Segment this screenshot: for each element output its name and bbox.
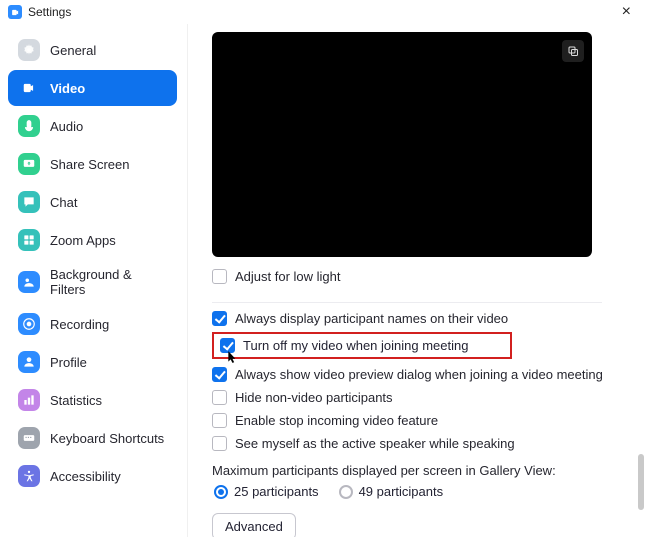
adjust-low-light-checkbox[interactable]	[212, 269, 227, 284]
checkbox-label: Always show video preview dialog when jo…	[235, 367, 603, 382]
checkbox[interactable]	[212, 367, 227, 382]
checkbox[interactable]	[212, 436, 227, 451]
keyboard-icon	[18, 427, 40, 449]
gear-icon	[18, 39, 40, 61]
highlight-turn-off-video: Turn off my video when joining meeting	[212, 332, 512, 359]
checkbox[interactable]	[212, 413, 227, 428]
sidebar-item-background-filters[interactable]: Background & Filters	[8, 260, 177, 304]
checkbox[interactable]	[212, 390, 227, 405]
sidebar-item-label: Recording	[50, 317, 109, 332]
app-icon	[8, 5, 22, 19]
scrollbar-thumb[interactable]	[638, 454, 644, 510]
titlebar: Settings ×	[0, 0, 647, 24]
pip-button[interactable]	[562, 40, 584, 62]
window-title: Settings	[28, 5, 71, 19]
video-preview	[212, 32, 592, 257]
radio-button[interactable]	[214, 485, 228, 499]
checkbox-label: See myself as the active speaker while s…	[235, 436, 515, 451]
sidebar-item-label: Statistics	[50, 393, 102, 408]
checkbox-label: Always display participant names on thei…	[235, 311, 508, 326]
recording-icon	[18, 313, 40, 335]
checkbox[interactable]	[212, 311, 227, 326]
video-icon	[18, 77, 40, 99]
sidebar-item-label: Keyboard Shortcuts	[50, 431, 164, 446]
apps-icon	[18, 229, 40, 251]
sidebar-item-recording[interactable]: Recording	[8, 306, 177, 342]
adjust-low-light-row: Adjust for low light	[212, 269, 623, 284]
checkbox-label: Enable stop incoming video feature	[235, 413, 438, 428]
sidebar-item-accessibility[interactable]: Accessibility	[8, 458, 177, 494]
gallery-option: 49 participants	[339, 484, 444, 499]
background-icon	[18, 271, 40, 293]
gallery-view-label: Maximum participants displayed per scree…	[212, 463, 623, 478]
sidebar-item-label: Share Screen	[50, 157, 130, 172]
sidebar-item-label: Profile	[50, 355, 87, 370]
share-icon	[18, 153, 40, 175]
accessibility-icon	[18, 465, 40, 487]
sidebar-item-audio[interactable]: Audio	[8, 108, 177, 144]
sidebar-item-profile[interactable]: Profile	[8, 344, 177, 380]
setting-row: Always show video preview dialog when jo…	[212, 367, 623, 382]
checkbox[interactable]	[220, 338, 235, 353]
gallery-radio-group: 25 participants 49 participants	[212, 484, 623, 499]
radio-label: 49 participants	[359, 484, 444, 499]
sidebar: General Video Audio Share Screen Chat Zoom Ap…	[0, 24, 188, 537]
checkbox-label: Hide non-video participants	[235, 390, 393, 405]
sidebar-item-chat[interactable]: Chat	[8, 184, 177, 220]
setting-row: Always display participant names on thei…	[212, 311, 623, 326]
checkbox-label: Turn off my video when joining meeting	[243, 338, 468, 353]
advanced-button[interactable]: Advanced	[212, 513, 296, 537]
gallery-option: 25 participants	[214, 484, 319, 499]
sidebar-item-general[interactable]: General	[8, 32, 177, 68]
sidebar-item-label: Zoom Apps	[50, 233, 116, 248]
adjust-low-light-label: Adjust for low light	[235, 269, 341, 284]
setting-row: See myself as the active speaker while s…	[212, 436, 623, 451]
setting-row: Enable stop incoming video feature	[212, 413, 623, 428]
profile-icon	[18, 351, 40, 373]
chat-icon	[18, 191, 40, 213]
sidebar-item-statistics[interactable]: Statistics	[8, 382, 177, 418]
sidebar-item-label: Video	[50, 81, 85, 96]
audio-icon	[18, 115, 40, 137]
sidebar-item-share-screen[interactable]: Share Screen	[8, 146, 177, 182]
sidebar-item-label: Accessibility	[50, 469, 121, 484]
sidebar-item-label: General	[50, 43, 96, 58]
sidebar-item-keyboard-shortcuts[interactable]: Keyboard Shortcuts	[8, 420, 177, 456]
setting-row: Hide non-video participants	[212, 390, 623, 405]
sidebar-item-label: Audio	[50, 119, 83, 134]
divider	[212, 302, 602, 303]
content-pane: Adjust for low light Always display part…	[188, 24, 647, 537]
sidebar-item-zoom-apps[interactable]: Zoom Apps	[8, 222, 177, 258]
sidebar-item-label: Background & Filters	[50, 267, 167, 297]
radio-label: 25 participants	[234, 484, 319, 499]
radio-button[interactable]	[339, 485, 353, 499]
statistics-icon	[18, 389, 40, 411]
sidebar-item-video[interactable]: Video	[8, 70, 177, 106]
close-button[interactable]: ×	[614, 2, 639, 22]
sidebar-item-label: Chat	[50, 195, 77, 210]
